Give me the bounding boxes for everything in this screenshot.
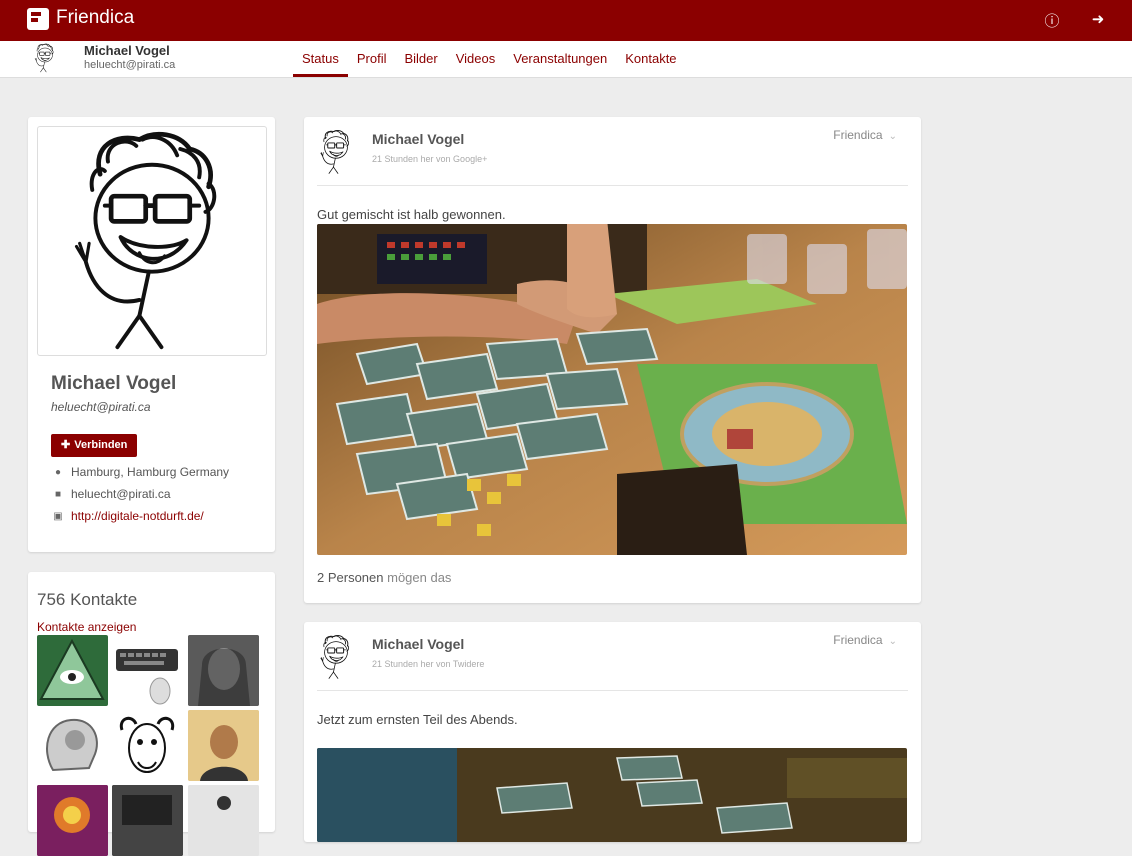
tab-status[interactable]: Status xyxy=(293,41,348,77)
user-avatar[interactable] xyxy=(30,43,60,73)
post-author-avatar[interactable] xyxy=(318,634,354,680)
friendica-logo-icon[interactable] xyxy=(27,8,49,30)
chat-bubbles-icon: ■ xyxy=(54,488,62,500)
add-user-icon: ✚ xyxy=(61,439,71,451)
profile-photo[interactable] xyxy=(37,126,267,356)
post-author[interactable]: Michael Vogel xyxy=(372,131,464,147)
likes-suffix: mögen das xyxy=(383,570,452,585)
tab-profil[interactable]: Profil xyxy=(348,41,396,77)
app-title[interactable]: Friendica xyxy=(56,7,134,29)
likes-summary: 2 Personen mögen das xyxy=(317,570,451,585)
tab-kontakte[interactable]: Kontakte xyxy=(616,41,685,77)
nav-user-address: heluecht@pirati.ca xyxy=(84,59,176,71)
contacts-count: 756 Kontakte xyxy=(37,590,138,609)
connect-button[interactable]: ✚ Verbinden xyxy=(51,434,138,457)
post-network-dropdown[interactable]: Friendica ⌄ xyxy=(833,633,897,647)
likes-count[interactable]: 2 Personen xyxy=(317,570,384,585)
post-meta: 21 Stunden her von Twidere xyxy=(372,659,485,669)
post-author-avatar[interactable] xyxy=(318,129,354,175)
profile-tabs: Status Profil Bilder Videos Veranstaltun… xyxy=(293,41,686,77)
post-photo[interactable] xyxy=(317,224,907,555)
chevron-down-icon: ⌄ xyxy=(888,131,897,142)
contact-thumb-gnu[interactable] xyxy=(112,710,183,781)
chat-text: heluecht@pirati.ca xyxy=(71,487,171,501)
post-card: Michael Vogel 21 Stunden her von Twidere… xyxy=(304,622,921,842)
tab-veranstaltungen[interactable]: Veranstaltungen xyxy=(504,41,616,77)
info-icon[interactable]: ⓘ xyxy=(1043,10,1061,31)
contacts-card: 756 Kontakte Kontakte anzeigen xyxy=(28,572,275,856)
post-card: Michael Vogel 21 Stunden her von Google+… xyxy=(304,117,921,603)
tab-videos[interactable]: Videos xyxy=(447,41,505,77)
contact-thumb-woman[interactable] xyxy=(188,635,259,706)
divider xyxy=(317,690,908,691)
profile-card: Michael Vogel heluecht@pirati.ca ✚ Verbi… xyxy=(28,117,275,552)
sign-in-icon[interactable]: ➜ xyxy=(1089,10,1107,28)
show-contacts-link[interactable]: Kontakte anzeigen xyxy=(37,620,136,634)
post-text: Jetzt zum ernsten Teil des Abends. xyxy=(317,712,518,727)
profile-chat: ■ heluecht@pirati.ca xyxy=(53,487,171,501)
contact-thumb-xray[interactable] xyxy=(37,710,108,781)
chevron-down-icon: ⌄ xyxy=(888,636,897,647)
tab-bilder[interactable]: Bilder xyxy=(395,41,446,77)
contact-thumb-box[interactable] xyxy=(112,785,183,856)
post-meta: 21 Stunden her von Google+ xyxy=(372,154,488,164)
contact-thumb-illuminati[interactable] xyxy=(37,635,108,706)
contact-thumb-keyboard[interactable] xyxy=(112,635,183,706)
profile-subnav: Michael Vogel heluecht@pirati.ca Status … xyxy=(0,41,1132,78)
map-marker-icon: ● xyxy=(54,466,62,478)
nav-user-name[interactable]: Michael Vogel xyxy=(84,43,170,58)
post-author[interactable]: Michael Vogel xyxy=(372,636,464,652)
post-text: Gut gemischt ist halb gewonnen. xyxy=(317,207,506,222)
post-network-label: Friendica xyxy=(833,128,883,142)
connect-button-label: Verbinden xyxy=(74,439,128,451)
post-photo[interactable] xyxy=(317,748,907,842)
contact-thumb-person[interactable] xyxy=(188,785,259,856)
profile-address: heluecht@pirati.ca xyxy=(51,400,151,414)
profile-location: ● Hamburg, Hamburg Germany xyxy=(53,465,229,479)
profile-homepage: ▣ http://digitale-notdurft.de/ xyxy=(53,509,204,523)
location-text: Hamburg, Hamburg Germany xyxy=(71,465,230,479)
external-link-icon: ▣ xyxy=(53,510,63,522)
post-network-dropdown[interactable]: Friendica ⌄ xyxy=(833,128,897,142)
contact-thumb-art[interactable] xyxy=(37,785,108,856)
post-network-label: Friendica xyxy=(833,633,883,647)
profile-name: Michael Vogel xyxy=(51,373,177,394)
homepage-link[interactable]: http://digitale-notdurft.de/ xyxy=(71,509,204,523)
divider xyxy=(317,185,908,186)
contact-thumb-man[interactable] xyxy=(188,710,259,781)
top-navbar: Friendica ⓘ ➜ xyxy=(0,0,1132,41)
